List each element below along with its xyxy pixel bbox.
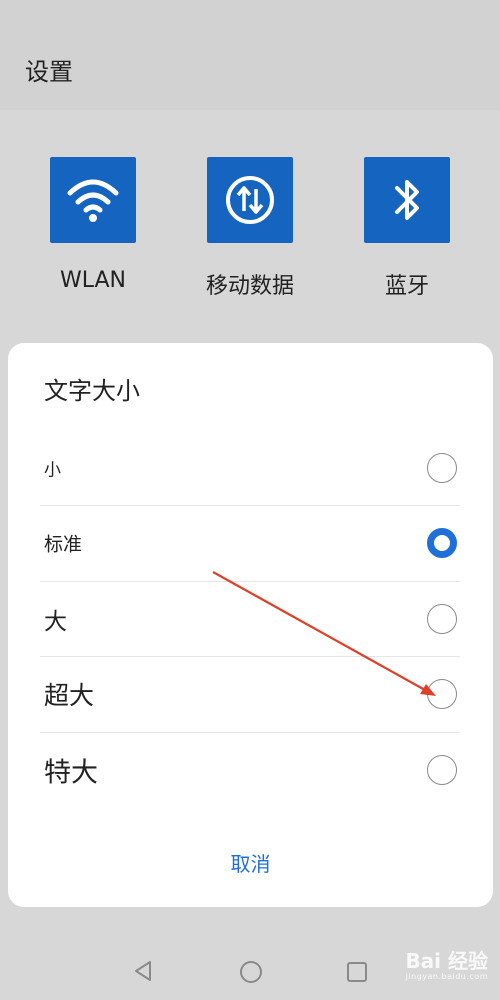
recents-icon[interactable] <box>346 961 368 983</box>
watermark: Bai 经验 jingyan.baidu.com <box>405 945 488 981</box>
back-icon[interactable] <box>132 960 154 982</box>
watermark-main: Bai 经验 <box>405 949 488 973</box>
watermark-sub: jingyan.baidu.com <box>405 972 488 981</box>
home-icon[interactable] <box>239 960 263 984</box>
annotation-arrow <box>212 571 436 696</box>
